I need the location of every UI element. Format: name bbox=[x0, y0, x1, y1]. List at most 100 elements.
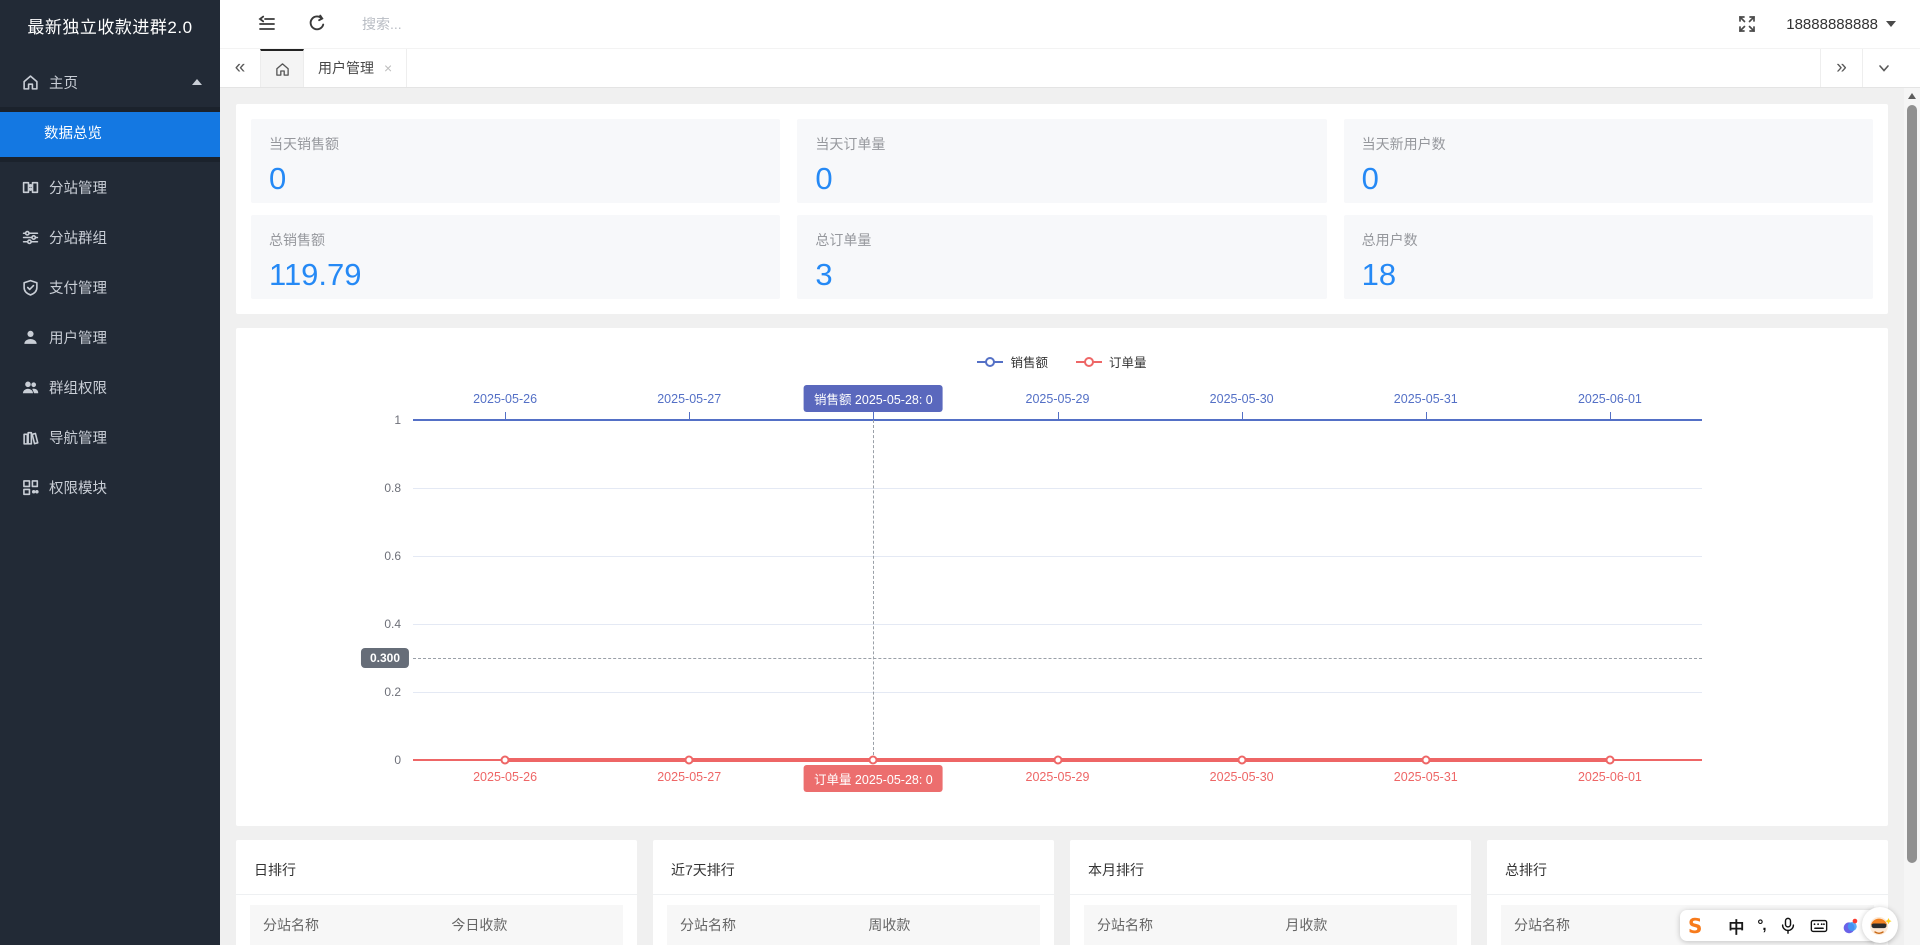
chinese-mode-icon[interactable]: 中 bbox=[1728, 914, 1744, 938]
sidebar-item-5[interactable]: 群组权限 bbox=[0, 362, 220, 412]
tab-label: 用户管理 bbox=[318, 58, 374, 78]
stat-label: 总销售额 bbox=[269, 230, 762, 250]
sidebar-subitem-数据总览[interactable]: 数据总览 bbox=[0, 112, 220, 157]
sidebar: 最新独立收款进群2.0 主页数据总览 分站管理 分站群组 支付管理 用户管理 群… bbox=[0, 0, 220, 945]
user-menu[interactable]: 18888888888 bbox=[1786, 16, 1896, 33]
user-icon bbox=[22, 329, 39, 346]
legend-label: 订单量 bbox=[1109, 352, 1147, 371]
sidebar-item-4[interactable]: 用户管理 bbox=[0, 312, 220, 362]
username: 18888888888 bbox=[1786, 16, 1878, 33]
stat-value: 0 bbox=[1362, 161, 1855, 197]
sogou-logo-icon[interactable]: S bbox=[1688, 914, 1702, 938]
tabs-scroll-left-icon[interactable]: « bbox=[220, 49, 260, 87]
soft-keyboard-icon[interactable] bbox=[1810, 917, 1828, 935]
sidebar-item-label: 主页 bbox=[49, 72, 78, 93]
x-label-top: 2025-06-01 bbox=[1578, 392, 1642, 406]
orders-axis-pointer-label: 订单量 2025-05-28: 0 bbox=[804, 765, 943, 792]
chart-plot-area[interactable]: 00.20.40.60.81 2025-05-26 2025-05-26 202… bbox=[413, 420, 1702, 760]
rank-column-header: 今日收款 bbox=[451, 915, 507, 935]
sidebar-item-label: 导航管理 bbox=[49, 427, 107, 448]
voice-input-icon[interactable] bbox=[1779, 917, 1797, 935]
x-label-bottom: 2025-05-26 bbox=[473, 770, 537, 784]
orders-data-point bbox=[1421, 756, 1430, 765]
sales-orders-chart[interactable]: 销售额 订单量 00.20.40.60.81 2025-05-26 2025-0… bbox=[236, 328, 1888, 826]
punctuation-icon[interactable]: °, bbox=[1757, 917, 1765, 934]
tab-home[interactable] bbox=[260, 49, 304, 87]
orders-data-point bbox=[1237, 756, 1246, 765]
stat-label: 当天新用户数 bbox=[1362, 134, 1855, 154]
gridline bbox=[413, 488, 1702, 489]
sidebar-item-1[interactable]: 分站管理 bbox=[0, 162, 220, 212]
sidebar-item-label: 分站群组 bbox=[49, 227, 107, 248]
search-input[interactable] bbox=[362, 16, 582, 32]
sidebar-item-0[interactable]: 主页 bbox=[0, 57, 220, 107]
x-label-top: 2025-05-29 bbox=[1026, 392, 1090, 406]
y-axis-label: 1 bbox=[394, 413, 401, 427]
sidebar-item-2[interactable]: 分站群组 bbox=[0, 212, 220, 262]
sidebar-item-6[interactable]: 导航管理 bbox=[0, 412, 220, 462]
x-axis-tick bbox=[1426, 412, 1427, 420]
gridline bbox=[413, 692, 1702, 693]
sliders-icon bbox=[22, 229, 39, 246]
sidebar-item-3[interactable]: 支付管理 bbox=[0, 262, 220, 312]
users-icon bbox=[22, 379, 39, 396]
home-icon bbox=[22, 74, 39, 91]
stat-card: 当天销售额 0 bbox=[251, 119, 780, 203]
rank-table-header: 分站名称月收款 bbox=[1084, 905, 1457, 945]
x-label-top: 2025-05-27 bbox=[657, 392, 721, 406]
vertical-scrollbar bbox=[1904, 88, 1920, 945]
app-window: 最新独立收款进群2.0 主页数据总览 分站管理 分站群组 支付管理 用户管理 群… bbox=[0, 0, 1920, 945]
rank-column-header: 周收款 bbox=[868, 915, 910, 935]
tab-bar: « 用户管理 × » bbox=[220, 49, 1920, 88]
x-axis-tick bbox=[873, 412, 874, 420]
tab-close-icon[interactable]: × bbox=[384, 61, 392, 75]
fullscreen-icon[interactable] bbox=[1736, 13, 1758, 35]
navbar-right: 18888888888 bbox=[1736, 13, 1920, 35]
sidebar-menu: 主页数据总览 分站管理 分站群组 支付管理 用户管理 群组权限 导航管理 权限模… bbox=[0, 57, 220, 512]
app-title: 最新独立收款进群2.0 bbox=[0, 0, 220, 55]
rank-column-header: 月收款 bbox=[1285, 915, 1327, 935]
user-caret-down-icon bbox=[1886, 21, 1896, 27]
stat-label: 总用户数 bbox=[1362, 230, 1855, 250]
y-axis-label: 0.8 bbox=[384, 481, 401, 495]
collapse-sidebar-icon[interactable] bbox=[256, 13, 278, 35]
stat-label: 当天销售额 bbox=[269, 134, 762, 154]
legend-item-销售额[interactable]: 销售额 bbox=[977, 352, 1048, 371]
tabs-dropdown-icon[interactable] bbox=[1862, 49, 1904, 87]
crosshair-horizontal bbox=[413, 658, 1702, 659]
shield-check-icon bbox=[22, 279, 39, 296]
scrollbar-up-arrow[interactable] bbox=[1904, 88, 1920, 103]
stat-value: 0 bbox=[815, 161, 1308, 197]
tab-user-management[interactable]: 用户管理 × bbox=[304, 49, 407, 87]
legend-label: 销售额 bbox=[1010, 352, 1048, 371]
y-axis-label: 0.2 bbox=[384, 685, 401, 699]
rank-panel-本月排行: 本月排行 分站名称月收款 bbox=[1070, 840, 1471, 945]
chart-legend: 销售额 订单量 bbox=[236, 352, 1888, 371]
rank-column-header: 分站名称 bbox=[667, 915, 736, 935]
scrollbar-thumb[interactable] bbox=[1907, 105, 1917, 863]
refresh-icon[interactable] bbox=[306, 13, 328, 35]
books-icon bbox=[22, 429, 39, 446]
rank-panel-title: 日排行 bbox=[236, 840, 637, 895]
stat-value: 0 bbox=[269, 161, 762, 197]
legend-item-订单量[interactable]: 订单量 bbox=[1076, 352, 1147, 371]
x-axis-tick bbox=[1058, 412, 1059, 420]
rank-panel-title: 总排行 bbox=[1487, 840, 1888, 895]
y-axis-label: 0.4 bbox=[384, 617, 401, 631]
tabs-scroll-right-icon[interactable]: » bbox=[1820, 49, 1862, 87]
ranking-panels: 日排行 分站名称 今日收款 近7天排行 分站名称 周收款本月排行 分站名称月收款总排行… bbox=[236, 840, 1888, 945]
x-axis-tick bbox=[1242, 412, 1243, 420]
sidebar-submenu: 数据总览 bbox=[0, 107, 220, 162]
sidebar-item-7[interactable]: 权限模块 bbox=[0, 462, 220, 512]
x-axis-tick bbox=[689, 412, 690, 420]
stat-card: 总销售额 119.79 bbox=[251, 215, 780, 299]
stat-card: 当天订单量 0 bbox=[797, 119, 1326, 203]
home-tab-icon bbox=[275, 62, 290, 77]
rank-panel-title: 近7天排行 bbox=[653, 840, 1054, 895]
gridline bbox=[413, 556, 1702, 557]
emoji-panel-icon[interactable] bbox=[1862, 907, 1898, 943]
skin-theme-icon[interactable] bbox=[1841, 917, 1859, 935]
stats-grid: 当天销售额 0当天订单量 0当天新用户数 0总销售额 119.79总订单量 3总… bbox=[251, 119, 1873, 299]
x-label-top: 2025-05-30 bbox=[1210, 392, 1274, 406]
rank-panel-近7天排行: 近7天排行 分站名称 周收款 bbox=[653, 840, 1054, 945]
